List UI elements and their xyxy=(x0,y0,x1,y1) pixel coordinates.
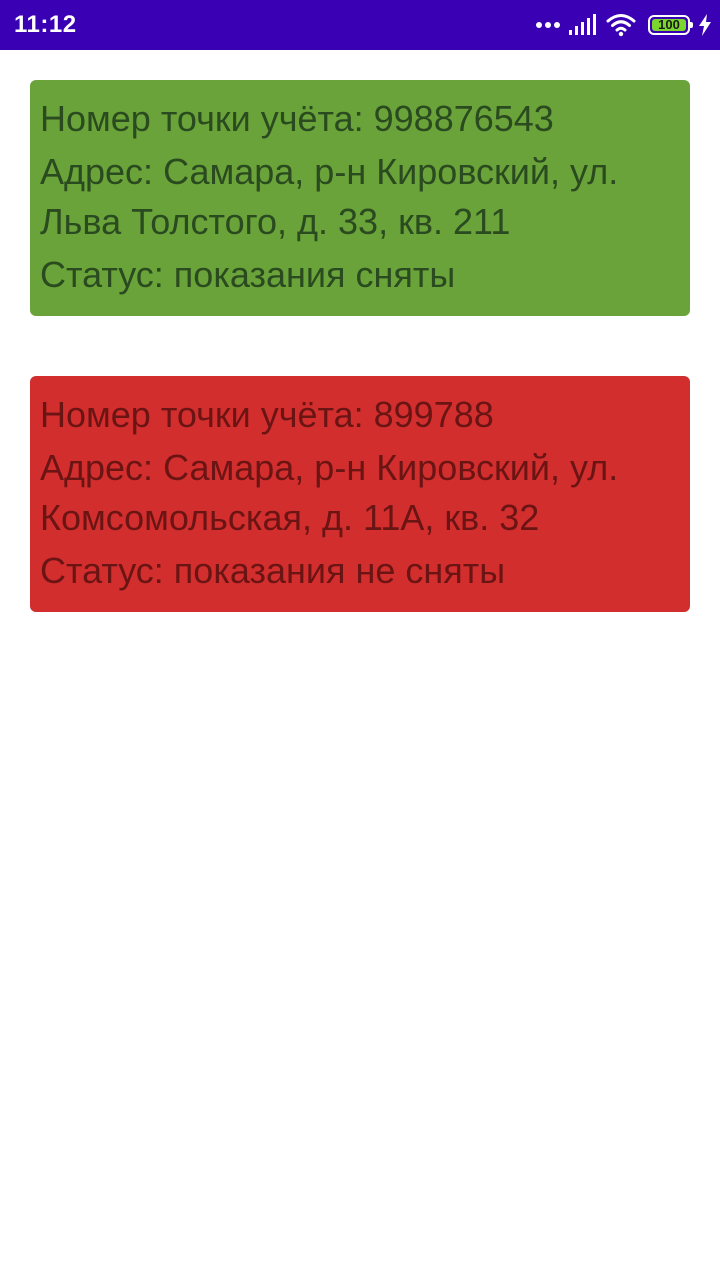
meter-card[interactable]: Номер точки учёта: 899788 Адрес: Самара,… xyxy=(30,376,690,612)
meter-status: Статус: показания сняты xyxy=(40,254,456,295)
meter-status: Статус: показания не сняты xyxy=(40,550,506,591)
meter-number: Номер точки учёта: 998876543 xyxy=(40,98,554,139)
status-icons: 100 xyxy=(536,11,712,39)
meter-card[interactable]: Номер точки учёта: 998876543 Адрес: Сама… xyxy=(30,80,690,316)
battery-icon: 100 xyxy=(648,15,693,35)
signal-icon xyxy=(569,14,596,35)
charging-icon xyxy=(699,14,711,36)
battery-level: 100 xyxy=(658,17,680,32)
meter-address: Адрес: Самара, р-н Кировский, ул. Льва Т… xyxy=(40,151,619,242)
dots-icon xyxy=(536,11,560,39)
meter-list: Номер точки учёта: 998876543 Адрес: Сама… xyxy=(30,80,690,672)
wifi-icon xyxy=(606,14,636,37)
meter-number: Номер точки учёта: 899788 xyxy=(40,394,494,435)
status-time: 11:12 xyxy=(14,11,77,38)
status-bar: 11:12 100 xyxy=(0,0,720,50)
meter-address: Адрес: Самара, р-н Кировский, ул. Комсом… xyxy=(40,447,619,538)
